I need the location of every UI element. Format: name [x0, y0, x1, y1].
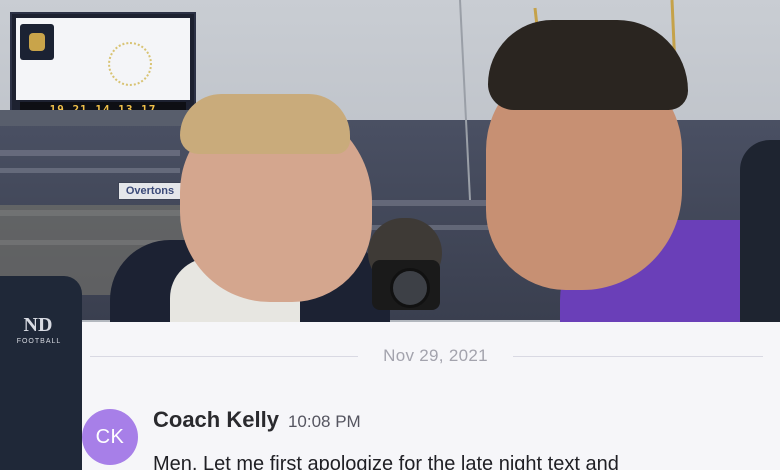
team-logo-icon: [20, 24, 54, 60]
date-divider: Nov 29, 2021: [82, 345, 780, 367]
sender-name[interactable]: Coach Kelly: [153, 407, 279, 433]
coach-left: [100, 90, 390, 330]
hair-left: [180, 94, 350, 154]
scoreboard-screen: [16, 18, 190, 100]
camera-icon: [372, 260, 440, 310]
nd-brand-text: FOOTBALL: [16, 338, 62, 345]
scoreboard-graphic: [108, 42, 152, 86]
nd-logo: ND: [23, 314, 53, 336]
avatar-initials: CK: [95, 425, 125, 448]
message-header: Coach Kelly 10:08 PM: [153, 407, 361, 433]
message-panel: Nov 29, 2021 CK Coach Kelly 10:08 PM Men…: [82, 322, 780, 470]
message-text: Men, Let me first apologize for the late…: [153, 453, 619, 470]
photographer: [358, 218, 478, 322]
sleeve-right-edge: [740, 140, 780, 322]
nd-jacket: ND FOOTBALL: [0, 276, 82, 470]
divider-line-right: [513, 355, 763, 357]
date-label: Nov 29, 2021: [383, 346, 488, 365]
sender-avatar[interactable]: CK: [82, 409, 138, 465]
message-time: 10:08 PM: [287, 412, 361, 431]
hair-right: [488, 20, 688, 110]
divider-line-left: [90, 355, 358, 357]
coach-right: [480, 20, 780, 330]
